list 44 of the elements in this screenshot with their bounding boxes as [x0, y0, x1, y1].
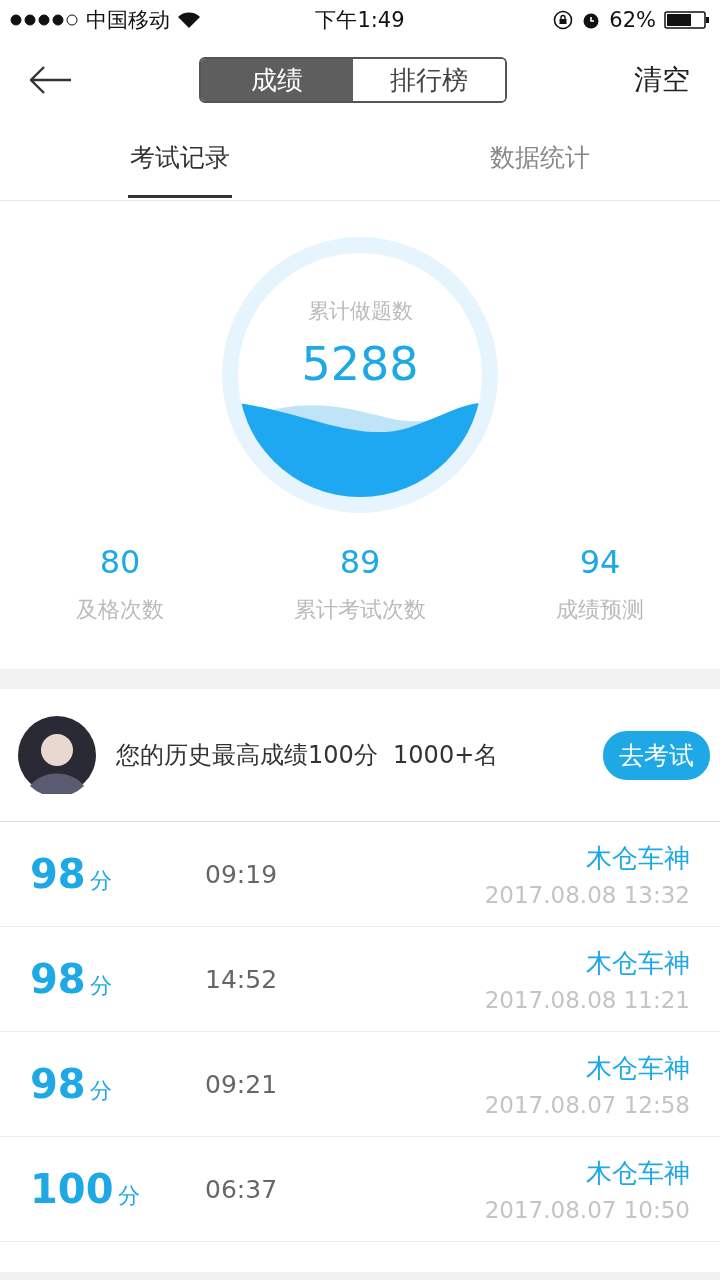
best-score-text: 您的历史最高成绩100分 1000+名	[116, 740, 500, 771]
score-unit: 分	[117, 1182, 140, 1210]
signal-icon	[10, 14, 78, 26]
gauge-value: 5288	[301, 337, 419, 391]
record-row[interactable]: 98 分 09:21 木仓车神 2017.08.07 12:58	[0, 1032, 720, 1137]
record-datetime: 2017.08.07 10:50	[484, 1196, 690, 1223]
carrier-name: 中国移动	[86, 7, 170, 34]
user-name: 木仓车神	[586, 841, 690, 875]
stat-value: 94	[579, 543, 621, 581]
segment-tab[interactable]: 成绩	[201, 59, 353, 101]
stat-label: 及格次数	[76, 596, 164, 624]
user-name: 木仓车神	[586, 1051, 690, 1085]
stat-value: 89	[339, 543, 381, 581]
score-unit: 分	[89, 972, 112, 1000]
stat-label: 成绩预测	[556, 596, 644, 624]
user-name: 木仓车神	[586, 1156, 690, 1190]
record-row[interactable]: 98 分 09:19 木仓车神 2017.08.08 13:32	[0, 822, 720, 927]
score-unit: 分	[89, 1077, 112, 1105]
tab[interactable]: 数据统计	[488, 120, 592, 198]
stat-label: 累计考试次数	[294, 596, 426, 624]
score-unit: 分	[89, 867, 112, 895]
rotation-lock-icon	[553, 10, 574, 30]
tab[interactable]: 考试记录	[128, 120, 232, 198]
score-value: 98	[30, 1061, 86, 1107]
back-arrow-icon[interactable]	[30, 66, 72, 94]
score-value: 100	[30, 1166, 114, 1212]
record-datetime: 2017.08.07 12:58	[484, 1091, 690, 1118]
score-value: 98	[30, 956, 86, 1002]
clock-time: 下午1:49	[315, 7, 405, 34]
record-datetime: 2017.08.08 11:21	[484, 986, 690, 1013]
record-datetime: 2017.08.08 13:32	[484, 881, 690, 908]
duration: 09:19	[205, 859, 279, 889]
duration: 06:37	[205, 1174, 279, 1204]
stat-value: 80	[99, 543, 141, 581]
score-value: 98	[30, 851, 86, 897]
battery-icon	[664, 11, 710, 29]
battery-percent: 62%	[609, 8, 656, 32]
record-row[interactable]: 98 分 14:52 木仓车神 2017.08.08 11:21	[0, 927, 720, 1032]
clear-button[interactable]: 清空	[634, 61, 690, 99]
gauge-label: 累计做题数	[307, 298, 413, 325]
duration: 09:21	[205, 1069, 279, 1099]
duration: 14:52	[205, 964, 279, 994]
wifi-icon	[178, 12, 200, 28]
user-name: 木仓车神	[586, 946, 690, 980]
